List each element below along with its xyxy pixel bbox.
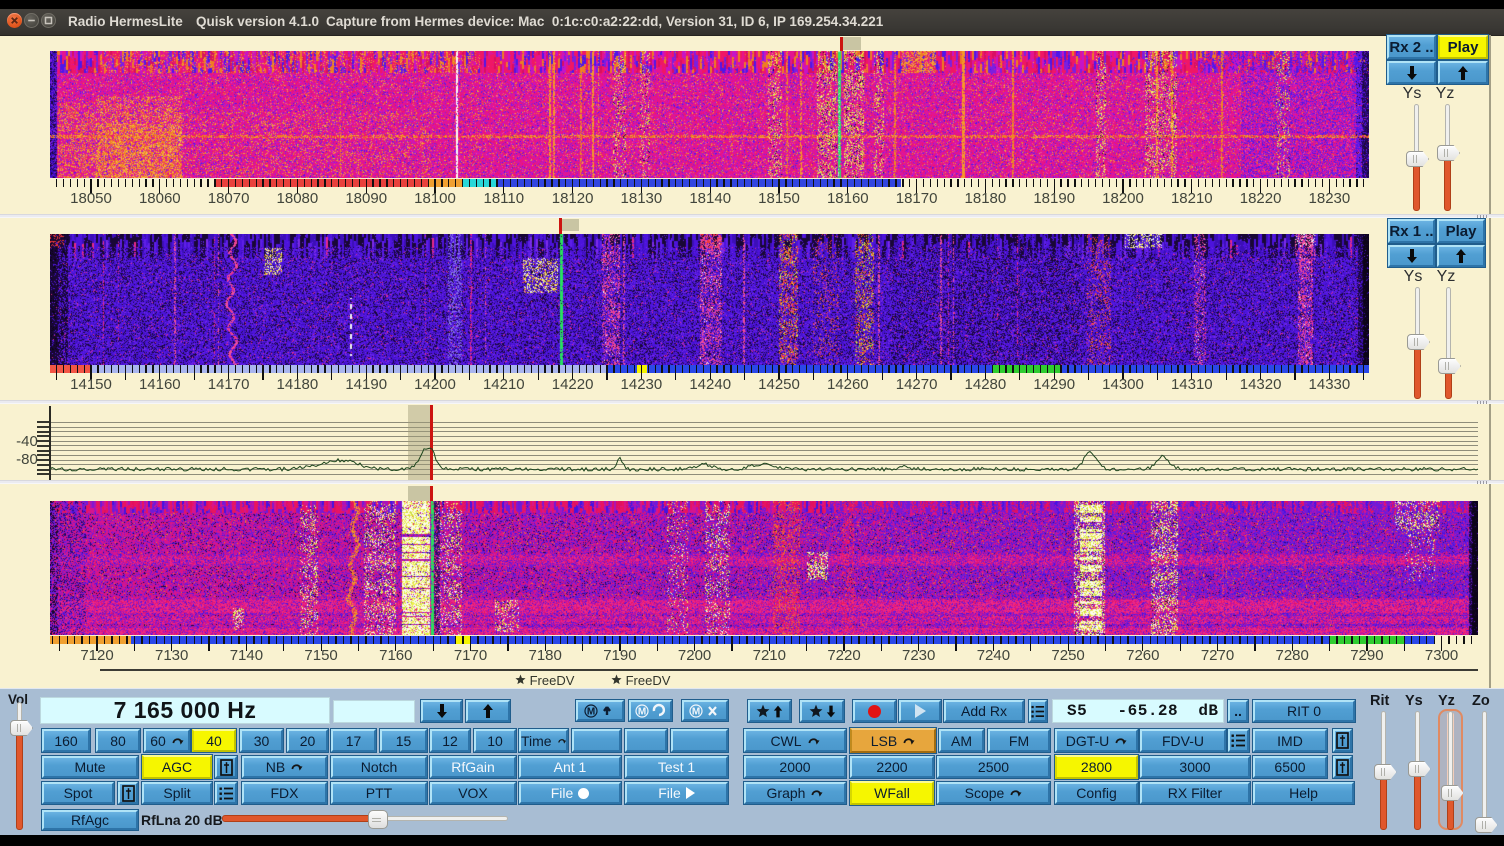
- svg-text:M: M: [692, 706, 700, 717]
- svg-text:M: M: [587, 706, 595, 717]
- svg-text:M: M: [637, 706, 645, 717]
